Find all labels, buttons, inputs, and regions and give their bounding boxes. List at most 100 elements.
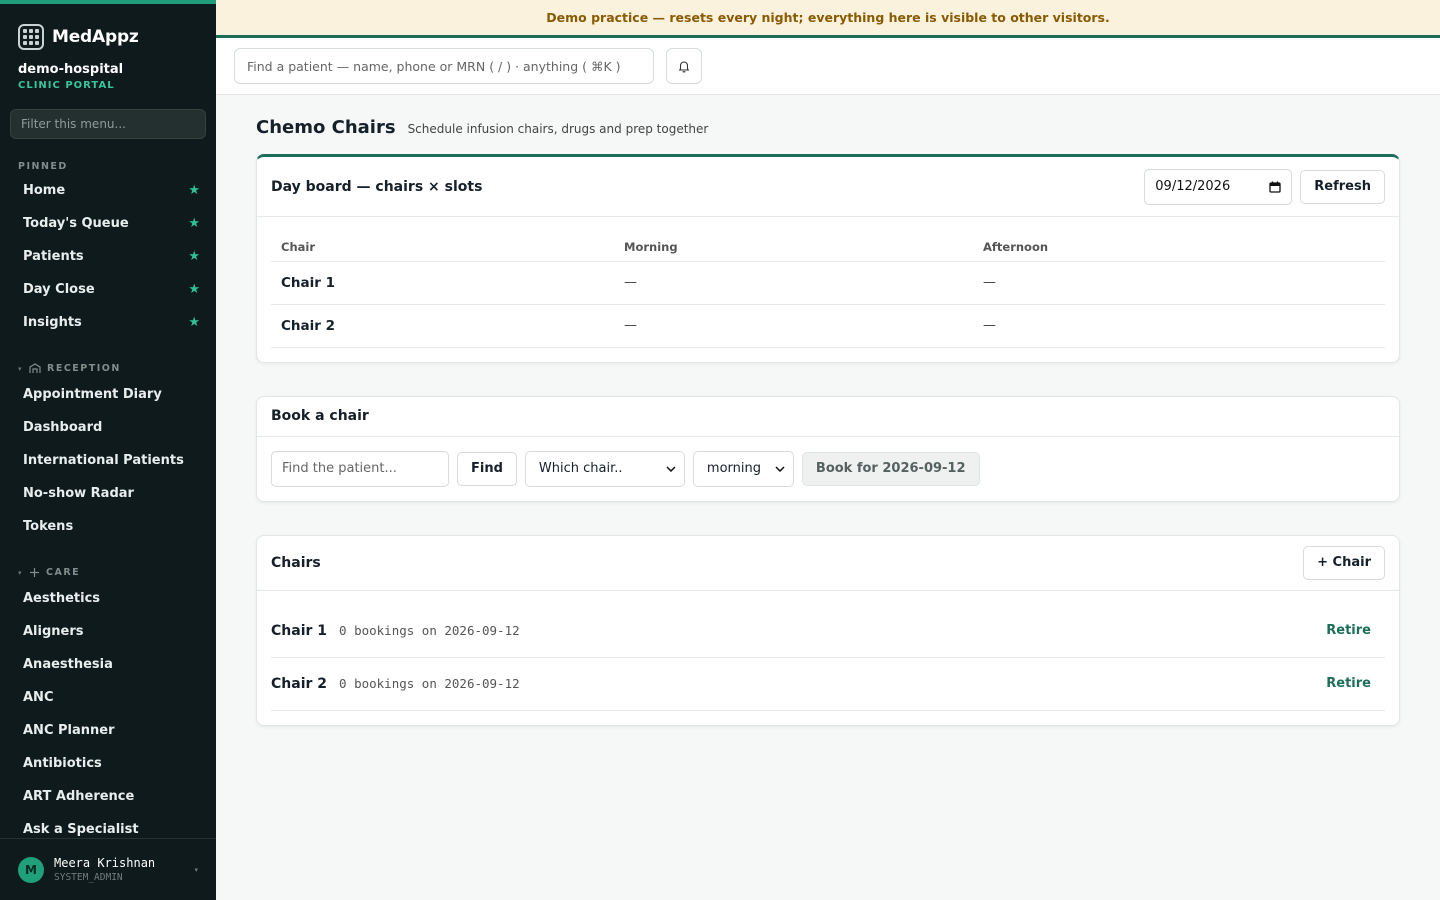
day-board-controls: 09/12/2026 Refresh (1144, 168, 1385, 205)
star-icon[interactable]: ★ (188, 216, 200, 231)
sidebar-item-dashboard[interactable]: Dashboard (0, 411, 216, 444)
star-icon[interactable]: ★ (188, 315, 200, 330)
slot-select-value: morning (706, 461, 761, 476)
board-slot-morning[interactable]: — (614, 261, 973, 305)
sidebar-item-appointment-diary[interactable]: Appointment Diary (0, 378, 216, 411)
chair-select-value: Which chair.. (538, 461, 623, 476)
board-date-input[interactable]: 09/12/2026 (1144, 168, 1293, 205)
chair-name: Chair 1 (271, 622, 328, 639)
sidebar-item-label: Ask a Specialist (23, 822, 139, 837)
sidebar-item-day-close[interactable]: Day Close ★ (0, 273, 216, 306)
chevron-down-icon[interactable]: ▾ (194, 866, 198, 874)
sidebar-item-label: Insights (23, 315, 82, 330)
chevron-down-icon (666, 465, 676, 472)
sidebar-item-label: Appointment Diary (23, 387, 162, 402)
sidebar-item-label: ANC (23, 690, 54, 705)
column-header-chair: Chair (271, 233, 614, 262)
chairs-list: Chair 1 0 bookings on 2026-09-12 Retire … (257, 591, 1399, 725)
chair-bookings: 0 bookings on 2026-09-12 (339, 623, 520, 638)
sidebar-item-label: Day Close (23, 282, 95, 297)
chairs-title: Chairs (271, 554, 321, 571)
avatar: M (18, 856, 44, 883)
sidebar-item-anc-planner[interactable]: ANC Planner (0, 714, 216, 747)
sidebar-item-label: Dashboard (23, 420, 103, 435)
board-slot-morning[interactable]: — (614, 304, 973, 348)
patient-search-input[interactable] (234, 48, 654, 84)
section-reception[interactable]: ▾ RECEPTION (0, 363, 216, 374)
sidebar-item-label: Aligners (23, 624, 84, 639)
sidebar-item-label: Today's Queue (23, 216, 129, 231)
book-chair-card: Book a chair Find Which chair.. morning … (256, 395, 1400, 502)
sidebar-item-label: International Patients (23, 453, 184, 468)
sidebar-item-tokens[interactable]: Tokens (0, 510, 216, 543)
plus-icon (30, 568, 40, 577)
chair-select[interactable]: Which chair.. (524, 450, 685, 487)
user-menu[interactable]: M Meera Krishnan SYSTEM_ADMIN ▾ (0, 838, 216, 900)
board-date-value: 09/12/2026 (1155, 179, 1231, 194)
sidebar-item-label: Home (23, 183, 66, 198)
sidebar-item-label: ART Adherence (23, 789, 135, 804)
section-care-label: CARE (46, 567, 81, 578)
add-chair-button[interactable]: + Chair (1303, 545, 1385, 580)
sidebar-item-label: Tokens (23, 519, 74, 534)
chevron-down-icon (775, 465, 785, 472)
sidebar-item-aligners[interactable]: Aligners (0, 615, 216, 648)
star-icon[interactable]: ★ (188, 249, 200, 264)
board-chair-name: Chair 2 (271, 304, 614, 348)
chair-bookings: 0 bookings on 2026-09-12 (339, 676, 520, 691)
day-board-title: Day board — chairs × slots (271, 178, 483, 195)
org-name: demo-hospital (18, 62, 124, 77)
sidebar-item-art-adherence[interactable]: ART Adherence (0, 780, 216, 813)
sidebar-item-label: No-show Radar (23, 486, 134, 501)
topbar (216, 38, 1440, 95)
building-icon (29, 363, 41, 373)
sidebar: MedAppz demo-hospital CLINIC PORTAL PINN… (0, 0, 216, 900)
brand[interactable]: MedAppz (0, 4, 216, 56)
star-icon[interactable]: ★ (188, 282, 200, 297)
brand-name: MedAppz (52, 27, 139, 47)
sidebar-item-label: Aesthetics (23, 591, 101, 606)
list-item: Chair 1 0 bookings on 2026-09-12 Retire (271, 605, 1385, 658)
sidebar-item-patients[interactable]: Patients ★ (0, 240, 216, 273)
reception-list: Appointment Diary Dashboard Internationa… (0, 378, 216, 543)
sidebar-item-todays-queue[interactable]: Today's Queue ★ (0, 207, 216, 240)
sidebar-item-label: Patients (23, 249, 84, 264)
book-chair-button[interactable]: Book for 2026-09-12 (801, 451, 980, 486)
sidebar-item-label: Antibiotics (23, 756, 102, 771)
sidebar-item-insights[interactable]: Insights ★ (0, 306, 216, 339)
sidebar-item-home[interactable]: Home ★ (0, 174, 216, 207)
chairs-card: Chairs + Chair Chair 1 0 bookings on 202… (256, 534, 1400, 726)
calendar-icon[interactable] (1269, 181, 1281, 193)
find-patient-button[interactable]: Find (457, 451, 517, 486)
retire-chair-button[interactable]: Retire (1326, 676, 1371, 691)
patient-find-input[interactable] (271, 450, 449, 487)
board-slot-afternoon[interactable]: — (973, 261, 1385, 305)
sidebar-item-label: ANC Planner (23, 723, 115, 738)
demo-banner-text: Demo practice — resets every night; ever… (546, 10, 1110, 25)
user-role: SYSTEM_ADMIN (54, 872, 123, 883)
section-reception-label: RECEPTION (47, 363, 121, 374)
chair-name: Chair 2 (271, 675, 328, 692)
board-slot-afternoon[interactable]: — (973, 304, 1385, 348)
sidebar-item-international-patients[interactable]: International Patients (0, 444, 216, 477)
pinned-list: Home ★ Today's Queue ★ Patients ★ Day Close… (0, 174, 216, 339)
sidebar-item-aesthetics[interactable]: Aesthetics (0, 582, 216, 615)
book-chair-form: Find Which chair.. morning Book for 2026… (257, 437, 1399, 501)
page-header: Chemo Chairs Schedule infusion chairs, d… (256, 117, 1400, 138)
slot-select[interactable]: morning (692, 450, 794, 487)
sidebar-item-anaesthesia[interactable]: Anaesthesia (0, 648, 216, 681)
notifications-button[interactable] (666, 48, 702, 84)
section-pinned: PINNED (0, 161, 216, 172)
star-icon[interactable]: ★ (188, 183, 200, 198)
sidebar-item-anc[interactable]: ANC (0, 681, 216, 714)
sidebar-item-antibiotics[interactable]: Antibiotics (0, 747, 216, 780)
board-chair-name: Chair 1 (271, 261, 614, 305)
main-content: Chemo Chairs Schedule infusion chairs, d… (256, 95, 1400, 726)
retire-chair-button[interactable]: Retire (1326, 623, 1371, 638)
sidebar-item-no-show-radar[interactable]: No-show Radar (0, 477, 216, 510)
section-care[interactable]: ▾ CARE (0, 567, 216, 578)
org-subtitle: CLINIC PORTAL (18, 80, 115, 91)
book-chair-header: Book a chair (257, 397, 1399, 437)
menu-filter-input[interactable] (10, 109, 206, 139)
refresh-button[interactable]: Refresh (1300, 169, 1385, 204)
